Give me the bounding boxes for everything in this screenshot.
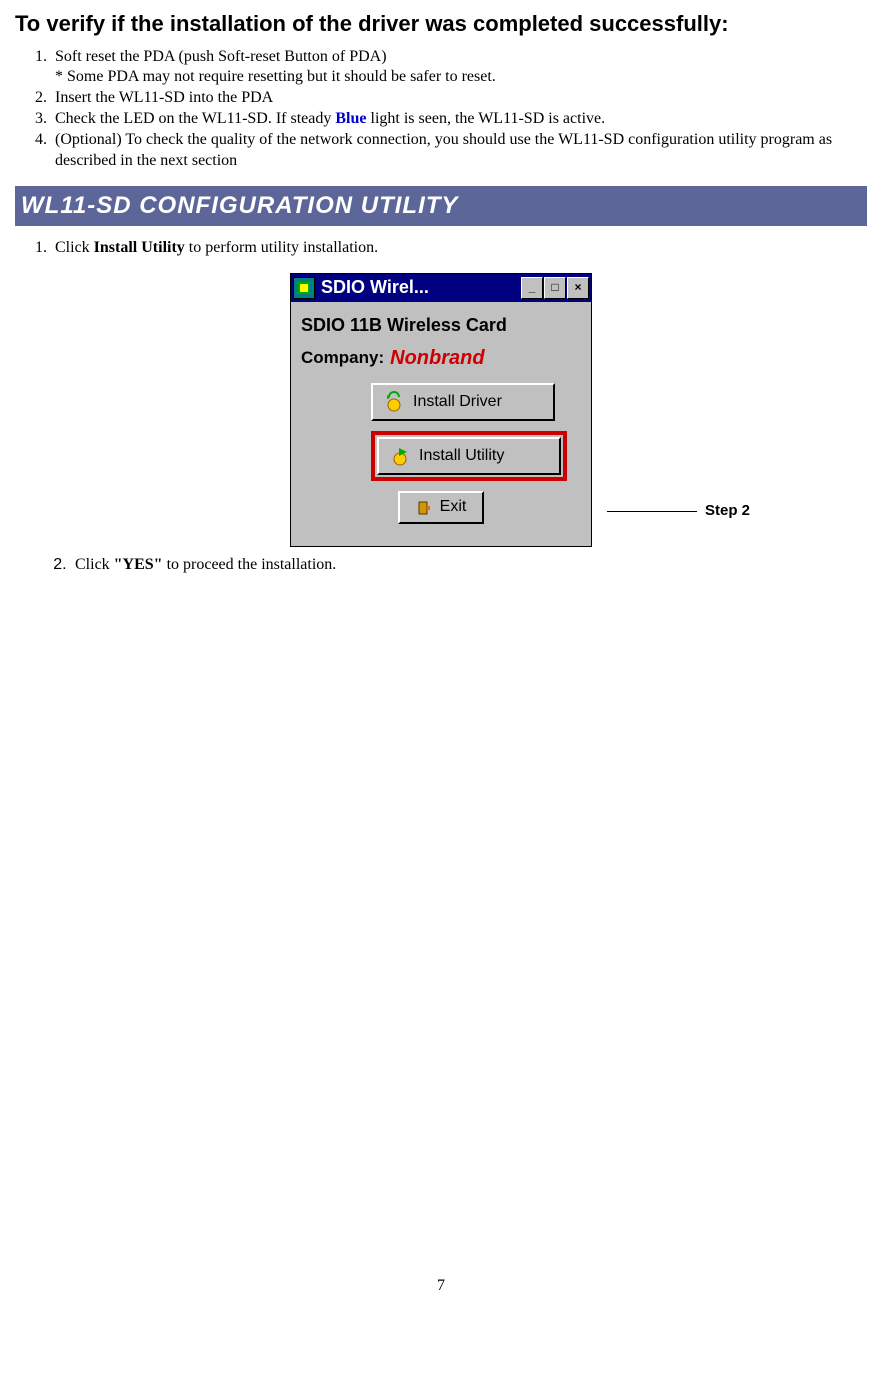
dialog-heading: SDIO 11B Wireless Card xyxy=(301,310,581,345)
verify-item-2: Insert the WL11-SD into the PDA xyxy=(51,88,867,109)
installer-window: SDIO Wirel... _ □ × SDIO 11B Wireless Ca… xyxy=(290,273,592,547)
install-driver-label: Install Driver xyxy=(413,392,502,413)
config-item-1-prefix: Click xyxy=(55,239,94,256)
install-utility-button[interactable]: Install Utility xyxy=(377,437,561,475)
verify-list: Soft reset the PDA (push Soft-reset Butt… xyxy=(15,47,867,172)
verify-item-3-suffix: light is seen, the WL11-SD is active. xyxy=(367,110,606,127)
config-item-2-prefix: Click xyxy=(75,556,114,573)
minimize-button[interactable]: _ xyxy=(521,277,543,299)
verify-item-1: Soft reset the PDA (push Soft-reset Butt… xyxy=(51,47,867,89)
install-utility-label: Install Utility xyxy=(419,446,504,467)
install-utility-row: Install Utility xyxy=(371,431,581,481)
config-item-2-suffix: to proceed the installation. xyxy=(163,556,337,573)
config-list-2: Click "YES" to proceed the installation. xyxy=(15,555,867,576)
verify-item-3-blue: Blue xyxy=(335,110,366,127)
verify-heading: To verify if the installation of the dri… xyxy=(15,10,867,39)
verify-item-1-line2: * Some PDA may not require resetting but… xyxy=(55,68,496,85)
door-exit-icon xyxy=(416,500,432,516)
config-item-2-bold: "YES" xyxy=(114,556,163,573)
verify-item-3-prefix: Check the LED on the WL11-SD. If steady xyxy=(55,110,335,127)
close-button[interactable]: × xyxy=(567,277,589,299)
section-header: WL11-SD CONFIGURATION UTILITY xyxy=(15,186,867,225)
screenshot-figure: SDIO Wirel... _ □ × SDIO 11B Wireless Ca… xyxy=(15,273,867,547)
exit-row: Exit xyxy=(301,491,581,524)
callout: Step 2 xyxy=(607,501,750,521)
company-label: Company: xyxy=(301,347,384,369)
verify-item-4: (Optional) To check the quality of the n… xyxy=(51,130,867,172)
install-driver-row: Install Driver xyxy=(371,383,581,421)
gear-refresh-icon xyxy=(383,391,405,413)
dialog-body: SDIO 11B Wireless Card Company: Nonbrand… xyxy=(291,302,591,546)
install-driver-button[interactable]: Install Driver xyxy=(371,383,555,421)
maximize-button[interactable]: □ xyxy=(544,277,566,299)
config-item-2: Click "YES" to proceed the installation. xyxy=(71,555,867,576)
config-list: Click Install Utility to perform utility… xyxy=(15,238,867,259)
config-item-1-bold: Install Utility xyxy=(94,239,185,256)
verify-item-1-line1: Soft reset the PDA (push Soft-reset Butt… xyxy=(55,48,387,65)
callout-label: Step 2 xyxy=(705,501,750,521)
app-icon xyxy=(293,277,315,299)
window-titlebar: SDIO Wirel... _ □ × xyxy=(291,274,591,301)
company-value: Nonbrand xyxy=(390,345,484,371)
config-item-1: Click Install Utility to perform utility… xyxy=(51,238,867,259)
callout-line xyxy=(607,511,697,512)
exit-button[interactable]: Exit xyxy=(398,491,485,524)
window-controls: _ □ × xyxy=(521,277,589,299)
page-number: 7 xyxy=(15,1276,867,1297)
company-row: Company: Nonbrand xyxy=(301,345,581,371)
gear-play-icon xyxy=(389,445,411,467)
highlight-frame: Install Utility xyxy=(371,431,567,481)
window-title: SDIO Wirel... xyxy=(319,276,521,299)
verify-item-3: Check the LED on the WL11-SD. If steady … xyxy=(51,109,867,130)
exit-label: Exit xyxy=(440,497,467,518)
config-item-1-suffix: to perform utility installation. xyxy=(185,239,378,256)
